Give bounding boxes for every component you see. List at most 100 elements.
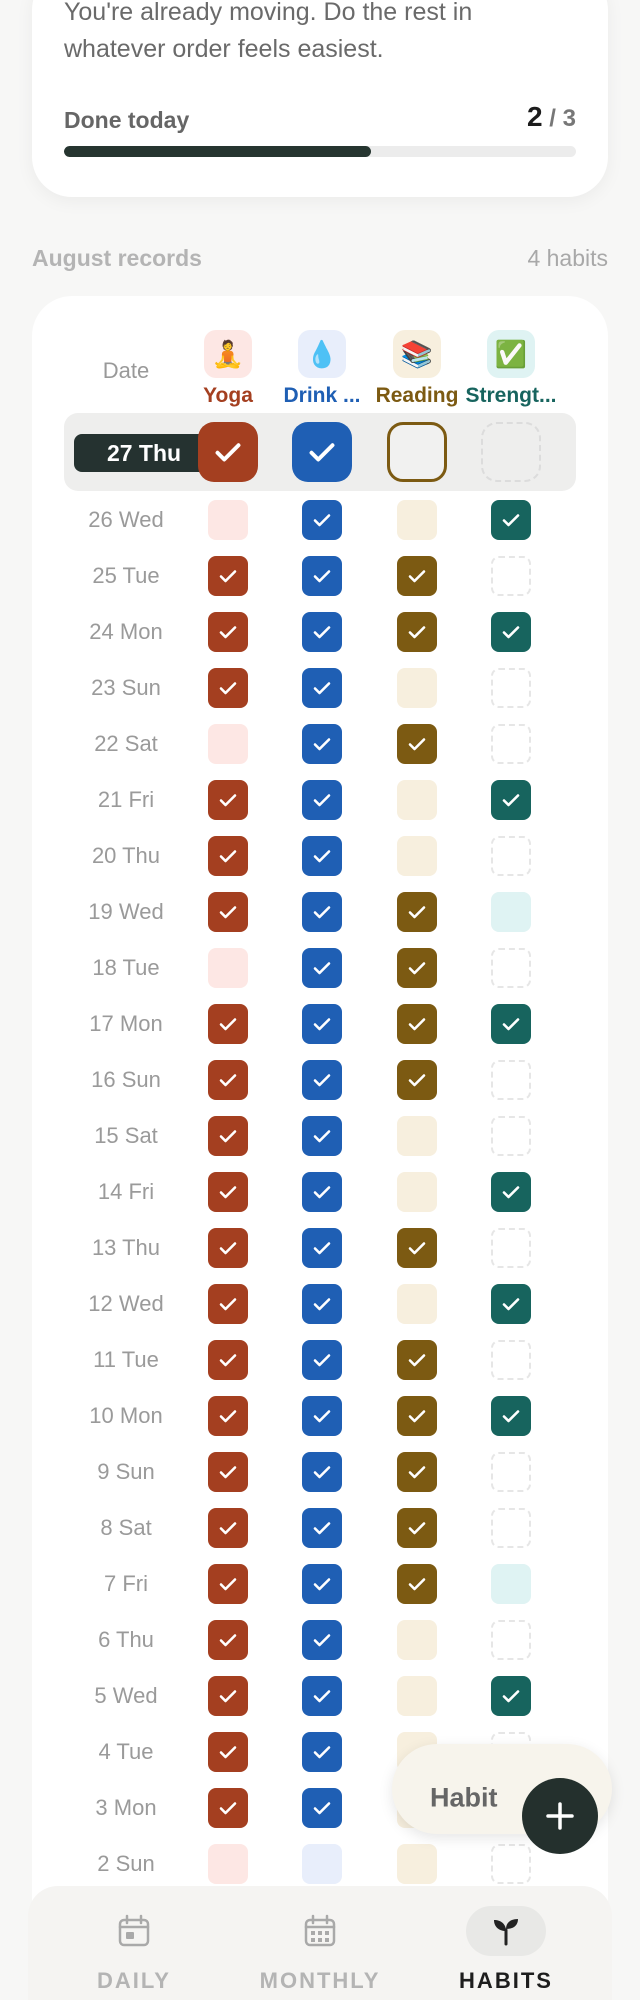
habit-check-cell[interactable] bbox=[208, 1116, 248, 1156]
habit-check-cell[interactable] bbox=[491, 1060, 531, 1100]
habit-check-cell[interactable] bbox=[208, 1732, 248, 1772]
habit-check-cell[interactable] bbox=[397, 1228, 437, 1268]
habit-check-cell[interactable] bbox=[302, 1788, 342, 1828]
habit-check-cell[interactable] bbox=[208, 500, 248, 540]
habit-check-cell[interactable] bbox=[397, 1564, 437, 1604]
habit-check-cell[interactable] bbox=[302, 1564, 342, 1604]
habit-check-cell[interactable] bbox=[491, 1844, 531, 1884]
habit-check-cell[interactable] bbox=[302, 1172, 342, 1212]
habit-check-cell[interactable] bbox=[491, 1396, 531, 1436]
habit-check-cell[interactable] bbox=[491, 1676, 531, 1716]
habit-check-cell[interactable] bbox=[491, 1620, 531, 1660]
habit-check-cell[interactable] bbox=[208, 612, 248, 652]
habit-check-cell[interactable] bbox=[397, 1620, 437, 1660]
habit-check-cell[interactable] bbox=[397, 892, 437, 932]
habit-check-cell[interactable] bbox=[491, 1116, 531, 1156]
habit-check-cell[interactable] bbox=[208, 1676, 248, 1716]
habit-check-cell[interactable] bbox=[397, 948, 437, 988]
habit-check-cell[interactable] bbox=[397, 500, 437, 540]
habit-check-cell[interactable] bbox=[491, 556, 531, 596]
habit-check-cell[interactable] bbox=[302, 1508, 342, 1548]
habit-check-cell[interactable] bbox=[397, 1004, 437, 1044]
habit-check-cell[interactable] bbox=[491, 668, 531, 708]
habit-column-header[interactable]: 📚 Reading bbox=[367, 330, 467, 408]
habit-column-header[interactable]: 💧 Drink ... bbox=[272, 330, 372, 408]
habit-check-cell[interactable] bbox=[208, 1228, 248, 1268]
habit-check-cell[interactable] bbox=[302, 1228, 342, 1268]
habit-check-cell[interactable] bbox=[302, 1340, 342, 1380]
habit-check-cell[interactable] bbox=[302, 1396, 342, 1436]
habit-check-cell[interactable] bbox=[302, 892, 342, 932]
habit-check-cell[interactable] bbox=[491, 612, 531, 652]
habit-check-cell[interactable] bbox=[491, 1284, 531, 1324]
habit-check-cell[interactable] bbox=[208, 780, 248, 820]
habit-check-cell[interactable] bbox=[208, 948, 248, 988]
habit-check-cell[interactable] bbox=[208, 1340, 248, 1380]
habit-check-cell[interactable] bbox=[491, 1340, 531, 1380]
habit-check-cell[interactable] bbox=[397, 1452, 437, 1492]
habit-check-cell[interactable] bbox=[397, 1676, 437, 1716]
habit-check-cell[interactable] bbox=[208, 1508, 248, 1548]
habit-check-cell[interactable] bbox=[491, 948, 531, 988]
habit-check-cell[interactable] bbox=[302, 500, 342, 540]
habit-check-cell[interactable] bbox=[302, 1844, 342, 1884]
habit-check-cell[interactable] bbox=[397, 668, 437, 708]
habit-check-cell[interactable] bbox=[397, 1116, 437, 1156]
habit-check-cell[interactable] bbox=[397, 1844, 437, 1884]
habit-check-cell[interactable] bbox=[292, 422, 352, 482]
habit-check-cell[interactable] bbox=[208, 1452, 248, 1492]
habit-check-cell[interactable] bbox=[208, 836, 248, 876]
habit-check-cell[interactable] bbox=[302, 612, 342, 652]
habit-check-cell[interactable] bbox=[397, 836, 437, 876]
habit-check-cell[interactable] bbox=[491, 1564, 531, 1604]
habit-check-cell[interactable] bbox=[397, 780, 437, 820]
habit-column-header[interactable]: ✅ Strengt... bbox=[461, 330, 561, 408]
habit-check-cell[interactable] bbox=[397, 1060, 437, 1100]
habit-check-cell[interactable] bbox=[491, 500, 531, 540]
habit-check-cell[interactable] bbox=[198, 422, 258, 482]
habit-check-cell[interactable] bbox=[208, 1396, 248, 1436]
habit-check-cell[interactable] bbox=[397, 1172, 437, 1212]
habit-check-cell[interactable] bbox=[208, 724, 248, 764]
habit-check-cell[interactable] bbox=[302, 1060, 342, 1100]
habit-check-cell[interactable] bbox=[397, 612, 437, 652]
nav-habits[interactable]: HABITS bbox=[416, 1906, 596, 1994]
habit-check-cell[interactable] bbox=[208, 556, 248, 596]
habit-check-cell[interactable] bbox=[491, 892, 531, 932]
add-habit-button[interactable] bbox=[522, 1778, 598, 1854]
habit-check-cell[interactable] bbox=[302, 948, 342, 988]
habit-check-cell[interactable] bbox=[208, 1060, 248, 1100]
habit-check-cell[interactable] bbox=[491, 1004, 531, 1044]
habit-check-cell[interactable] bbox=[302, 556, 342, 596]
habit-check-cell[interactable] bbox=[302, 1004, 342, 1044]
habit-check-cell[interactable] bbox=[208, 1564, 248, 1604]
nav-daily[interactable]: DAILY bbox=[44, 1906, 224, 1994]
habit-check-cell[interactable] bbox=[208, 1284, 248, 1324]
habit-check-cell[interactable] bbox=[481, 422, 541, 482]
habit-check-cell[interactable] bbox=[491, 836, 531, 876]
habit-check-cell[interactable] bbox=[491, 1508, 531, 1548]
habit-check-cell[interactable] bbox=[491, 724, 531, 764]
habit-check-cell[interactable] bbox=[302, 1620, 342, 1660]
habit-check-cell[interactable] bbox=[397, 1340, 437, 1380]
habit-check-cell[interactable] bbox=[397, 724, 437, 764]
habit-check-cell[interactable] bbox=[397, 1396, 437, 1436]
habit-check-cell[interactable] bbox=[302, 1116, 342, 1156]
habit-check-cell[interactable] bbox=[302, 1452, 342, 1492]
habit-check-cell[interactable] bbox=[397, 556, 437, 596]
nav-monthly[interactable]: MONTHLY bbox=[230, 1906, 410, 1994]
habit-check-cell[interactable] bbox=[491, 780, 531, 820]
habit-check-cell[interactable] bbox=[208, 668, 248, 708]
habit-check-cell[interactable] bbox=[208, 1172, 248, 1212]
habit-check-cell[interactable] bbox=[397, 1284, 437, 1324]
habit-check-cell[interactable] bbox=[302, 1732, 342, 1772]
add-habit-label[interactable]: Habit bbox=[430, 1783, 498, 1814]
habit-check-cell[interactable] bbox=[302, 1676, 342, 1716]
habit-check-cell[interactable] bbox=[397, 1508, 437, 1548]
habit-check-cell[interactable] bbox=[302, 1284, 342, 1324]
habit-check-cell[interactable] bbox=[208, 1788, 248, 1828]
habit-check-cell[interactable] bbox=[491, 1172, 531, 1212]
habit-check-cell[interactable] bbox=[302, 724, 342, 764]
habit-check-cell[interactable] bbox=[491, 1452, 531, 1492]
habit-check-cell[interactable] bbox=[302, 780, 342, 820]
